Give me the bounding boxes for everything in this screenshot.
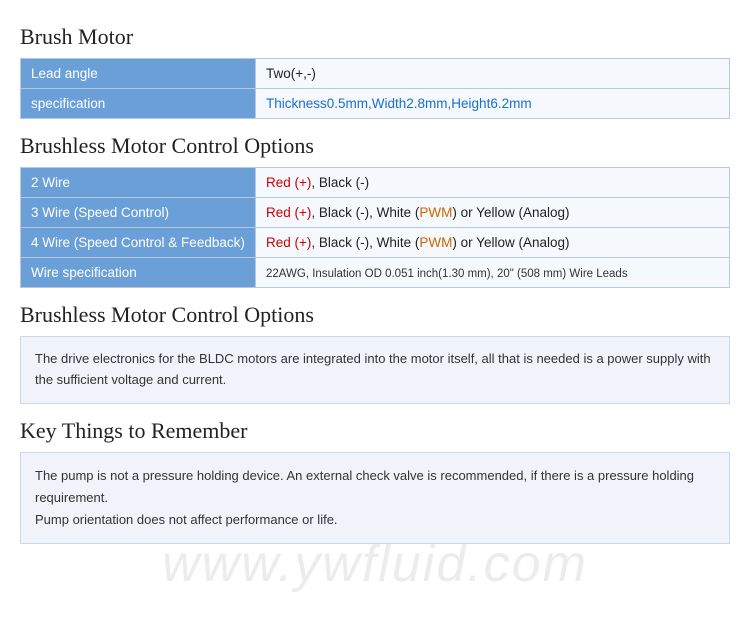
brushless-options-table: 2 Wire Red (+), Black (-) 3 Wire (Speed … bbox=[20, 167, 730, 288]
red-text: Red (+) bbox=[266, 205, 311, 220]
table-row: 4 Wire (Speed Control & Feedback) Red (+… bbox=[21, 228, 730, 258]
lead-angle-value: Two(+,-) bbox=[256, 59, 730, 89]
wire-spec-value: 22AWG, Insulation OD 0.051 inch(1.30 mm)… bbox=[256, 258, 730, 288]
red-text: Red (+) bbox=[266, 175, 311, 190]
table-row: 3 Wire (Speed Control) Red (+), Black (-… bbox=[21, 198, 730, 228]
2wire-value: Red (+), Black (-) bbox=[256, 168, 730, 198]
table-row: specification Thickness0.5mm,Width2.8mm,… bbox=[21, 89, 730, 119]
key-things-title: Key Things to Remember bbox=[20, 418, 730, 444]
key-line-1: The pump is not a pressure holding devic… bbox=[35, 465, 715, 509]
wire-spec-label: Wire specification bbox=[21, 258, 256, 288]
specification-label: specification bbox=[21, 89, 256, 119]
wire-spec-text: 22AWG, Insulation OD 0.051 inch(1.30 mm)… bbox=[266, 268, 628, 280]
3wire-value: Red (+), Black (-), White (PWM) or Yello… bbox=[256, 198, 730, 228]
table-row: Wire specification 22AWG, Insulation OD … bbox=[21, 258, 730, 288]
table-row: Lead angle Two(+,-) bbox=[21, 59, 730, 89]
brushless-desc-text: The drive electronics for the BLDC motor… bbox=[35, 349, 715, 391]
brush-motor-table: Lead angle Two(+,-) specification Thickn… bbox=[20, 58, 730, 119]
page-content: Brush Motor Lead angle Two(+,-) specific… bbox=[0, 0, 750, 564]
2wire-label: 2 Wire bbox=[21, 168, 256, 198]
key-things-box: The pump is not a pressure holding devic… bbox=[20, 452, 730, 544]
table-row: 2 Wire Red (+), Black (-) bbox=[21, 168, 730, 198]
black-text: Black (-) bbox=[319, 175, 369, 190]
4wire-label: 4 Wire (Speed Control & Feedback) bbox=[21, 228, 256, 258]
specification-value: Thickness0.5mm,Width2.8mm,Height6.2mm bbox=[256, 89, 730, 119]
pwm-text: PWM bbox=[419, 205, 452, 220]
pwm-text: PWM bbox=[419, 235, 452, 250]
red-text: Red (+) bbox=[266, 235, 311, 250]
4wire-value: Red (+), Black (-), White (PWM) or Yello… bbox=[256, 228, 730, 258]
key-line-2: Pump orientation does not affect perform… bbox=[35, 509, 715, 531]
brush-motor-title: Brush Motor bbox=[20, 24, 730, 50]
brushless-desc-box: The drive electronics for the BLDC motor… bbox=[20, 336, 730, 404]
brushless-desc-title: Brushless Motor Control Options bbox=[20, 302, 730, 328]
3wire-label: 3 Wire (Speed Control) bbox=[21, 198, 256, 228]
spec-value-text: Thickness0.5mm,Width2.8mm,Height6.2mm bbox=[266, 96, 532, 111]
lead-angle-label: Lead angle bbox=[21, 59, 256, 89]
brushless-options-title: Brushless Motor Control Options bbox=[20, 133, 730, 159]
